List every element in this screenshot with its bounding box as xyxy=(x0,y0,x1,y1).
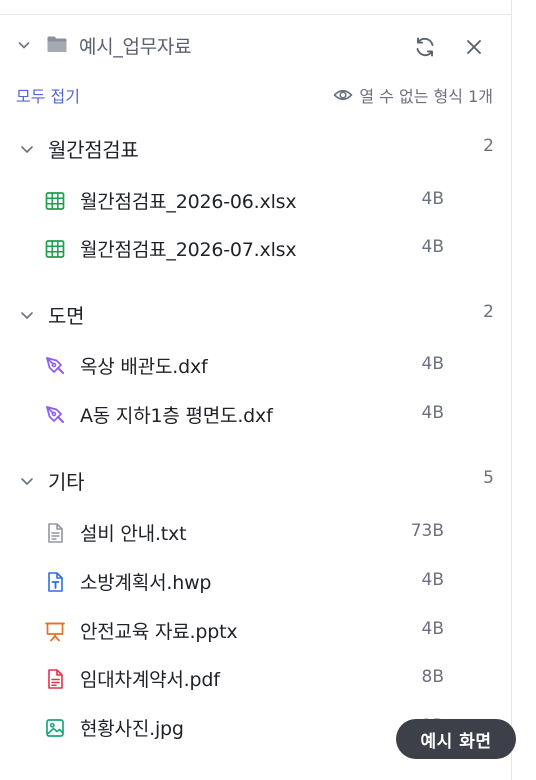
file-name: 현황사진.jpg xyxy=(80,718,184,740)
group-label: 기타 xyxy=(48,470,85,494)
chevron-down-icon[interactable] xyxy=(16,37,32,53)
spreadsheet-icon xyxy=(45,240,65,258)
chevron-down-icon[interactable] xyxy=(18,140,36,158)
refresh-icon[interactable] xyxy=(413,35,437,59)
file-size: 4B xyxy=(421,189,444,209)
unsupported-format-label: 열 수 없는 형식 1개 xyxy=(359,87,493,106)
file-name: 설비 안내.txt xyxy=(80,523,187,545)
file-row[interactable]: 월간점검표_2026-06.xlsx 4B xyxy=(0,183,511,219)
presentation-icon xyxy=(45,622,65,642)
panel-divider xyxy=(511,0,512,780)
group-count: 5 xyxy=(483,468,494,488)
group-row-etc[interactable]: 기타 5 xyxy=(0,462,511,498)
file-row[interactable]: 설비 안내.txt 73B xyxy=(0,515,511,551)
file-name: 월간점검표_2026-07.xlsx xyxy=(80,239,297,261)
eye-icon xyxy=(334,89,353,101)
pdf-file-icon xyxy=(48,669,63,689)
folder-header[interactable]: 예시_업무자료 xyxy=(0,24,511,68)
file-row[interactable]: 월간점검표_2026-07.xlsx 4B xyxy=(0,231,511,267)
group-count: 2 xyxy=(483,302,494,322)
group-label: 도면 xyxy=(48,304,85,328)
file-size: 4B xyxy=(421,237,444,257)
example-screen-badge: 예시 화면 xyxy=(396,719,516,759)
file-explorer-panel: 예시_업무자료 모두 접기 열 수 없는 형식 1개 월간점검표 2 월간점검표… xyxy=(0,0,511,780)
pen-tool-icon xyxy=(46,406,64,423)
file-row[interactable]: 임대차계약서.pdf 8B xyxy=(0,661,511,697)
unsupported-format-toggle[interactable]: 열 수 없는 형식 1개 xyxy=(333,83,493,107)
group-row-monthly-inspection[interactable]: 월간점검표 2 xyxy=(0,130,511,166)
image-file-icon xyxy=(46,719,64,737)
file-size: 4B xyxy=(421,570,444,590)
file-size: 8B xyxy=(421,667,444,687)
file-row[interactable]: 안전교육 자료.pptx 4B xyxy=(0,613,511,649)
group-row-drawings[interactable]: 도면 2 xyxy=(0,296,511,332)
file-size: 4B xyxy=(421,403,444,423)
close-icon[interactable] xyxy=(463,36,485,58)
file-size: 4B xyxy=(421,354,444,374)
group-label: 월간점검표 xyxy=(48,138,139,162)
chevron-down-icon[interactable] xyxy=(18,306,36,324)
chevron-down-icon[interactable] xyxy=(18,472,36,490)
file-name: 임대차계약서.pdf xyxy=(80,669,220,691)
pen-tool-icon xyxy=(46,357,64,374)
file-row[interactable]: 옥상 배관도.dxf 4B xyxy=(0,348,511,384)
collapse-all-button[interactable]: 모두 접기 xyxy=(16,83,80,107)
folder-icon xyxy=(47,36,67,52)
text-file-icon xyxy=(48,523,63,543)
folder-title: 예시_업무자료 xyxy=(79,36,192,58)
file-name: 월간점검표_2026-06.xlsx xyxy=(80,191,297,213)
file-row[interactable]: 소방계획서.hwp 4B xyxy=(0,564,511,600)
file-name: A동 지하1층 평면도.dxf xyxy=(80,405,273,427)
document-t-icon xyxy=(48,572,63,592)
file-size: 4B xyxy=(421,619,444,639)
spreadsheet-icon xyxy=(45,192,65,210)
file-name: 소방계획서.hwp xyxy=(80,572,212,594)
file-row[interactable]: A동 지하1층 평면도.dxf 4B xyxy=(0,397,511,433)
file-name: 안전교육 자료.pptx xyxy=(80,621,238,643)
top-divider xyxy=(0,14,511,15)
file-size: 73B xyxy=(410,521,444,541)
group-count: 2 xyxy=(483,136,494,156)
file-name: 옥상 배관도.dxf xyxy=(80,356,208,378)
